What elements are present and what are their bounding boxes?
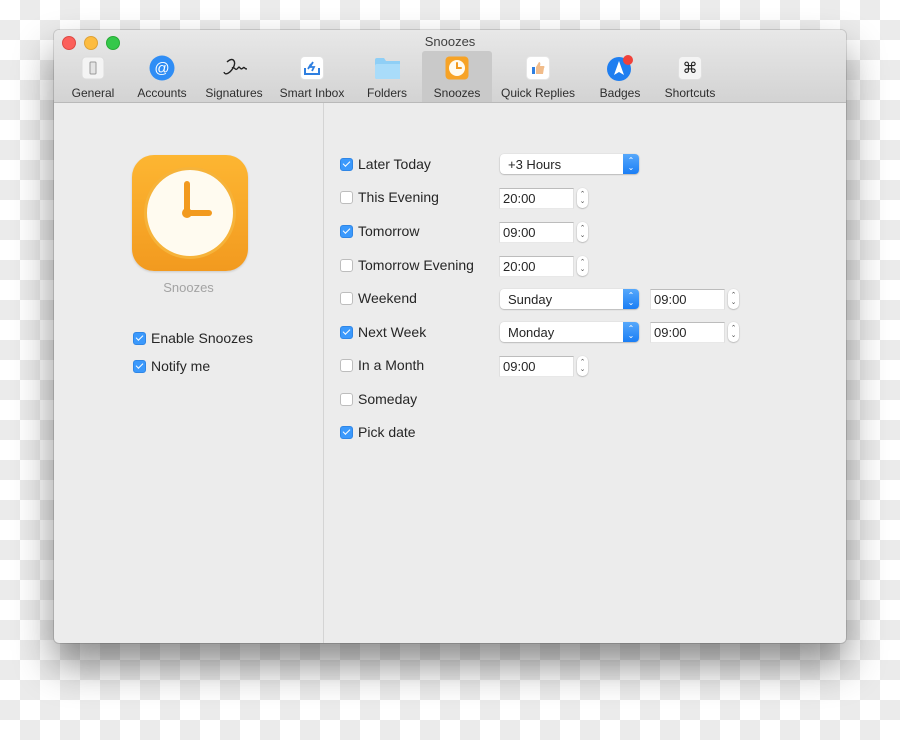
snoozes-app-icon [132, 155, 248, 271]
checkbox-unchecked[interactable] [340, 291, 353, 305]
chevron-up-down-icon: ⌃ ⌄ [623, 322, 639, 342]
next-week-checkbox[interactable]: Next Week [340, 324, 426, 340]
at-sign-icon: @ [149, 55, 175, 81]
tab-smart-inbox[interactable]: Smart Inbox [276, 51, 348, 102]
in-a-month-checkbox[interactable]: In a Month [340, 357, 424, 373]
tomorrow-evening-time-stepper[interactable]: ⌃ ⌄ [577, 256, 588, 276]
checkbox-unchecked[interactable] [340, 358, 353, 372]
pick-date-checkbox[interactable]: Pick date [340, 424, 416, 440]
weekend-day-select[interactable]: Sunday ⌃ ⌄ [500, 289, 639, 309]
tab-shortcuts[interactable]: ⌘ Shortcuts [660, 51, 720, 102]
in-a-month-time-stepper[interactable]: ⌃ ⌄ [577, 356, 588, 376]
next-week-time-field[interactable]: 09:00 [650, 322, 725, 343]
checkbox-checked[interactable] [340, 425, 353, 439]
app-label: Snoozes [163, 280, 214, 295]
thumbs-up-icon [525, 55, 551, 81]
later-today-select[interactable]: +3 Hours ⌃ ⌄ [500, 154, 639, 174]
this-evening-time-stepper[interactable]: ⌃ ⌄ [577, 188, 588, 208]
clock-icon [444, 55, 470, 81]
checkbox-checked[interactable] [340, 224, 353, 238]
paper-plane-badge-icon [607, 55, 633, 81]
notify-me-checkbox[interactable]: Notify me [133, 358, 210, 374]
tab-general[interactable]: General [68, 51, 118, 102]
checkbox-unchecked[interactable] [340, 392, 353, 406]
enable-snoozes-checkbox[interactable]: Enable Snoozes [133, 330, 253, 346]
title-bar: Snoozes General @ Accounts Signatures Sm… [54, 30, 846, 103]
toggle-switch-icon [80, 55, 106, 81]
tomorrow-time-field[interactable]: 09:00 [499, 222, 574, 243]
preferences-toolbar: General @ Accounts Signatures Smart Inbo… [54, 51, 846, 102]
svg-text:⌘: ⌘ [683, 59, 698, 77]
checkbox-checked[interactable] [133, 359, 146, 373]
checkbox-checked[interactable] [133, 331, 146, 345]
next-week-day-select[interactable]: Monday ⌃ ⌄ [500, 322, 639, 342]
checkbox-unchecked[interactable] [340, 258, 353, 272]
command-key-icon: ⌘ [677, 55, 703, 81]
sidebar-pane: Snoozes Enable Snoozes Notify me [54, 103, 324, 643]
chevron-up-down-icon: ⌃ ⌄ [623, 154, 639, 174]
folder-icon [374, 55, 400, 81]
tomorrow-evening-time-field[interactable]: 20:00 [499, 256, 574, 277]
signature-icon [221, 55, 247, 81]
someday-checkbox[interactable]: Someday [340, 391, 417, 407]
smart-inbox-icon [299, 55, 325, 81]
next-week-time-stepper[interactable]: ⌃ ⌄ [728, 322, 739, 342]
tomorrow-time-stepper[interactable]: ⌃ ⌄ [577, 222, 588, 242]
tomorrow-evening-checkbox[interactable]: Tomorrow Evening [340, 257, 474, 273]
weekend-time-field[interactable]: 09:00 [650, 289, 725, 310]
checkbox-checked[interactable] [340, 157, 353, 171]
tab-signatures[interactable]: Signatures [202, 51, 266, 102]
checkbox-unchecked[interactable] [340, 190, 353, 204]
preferences-window: Snoozes General @ Accounts Signatures Sm… [54, 30, 846, 643]
window-title: Snoozes [424, 34, 476, 49]
tab-folders[interactable]: Folders [360, 51, 414, 102]
chevron-up-down-icon: ⌃ ⌄ [623, 289, 639, 309]
tab-accounts[interactable]: @ Accounts [132, 51, 192, 102]
tab-quick-replies[interactable]: Quick Replies [500, 51, 576, 102]
this-evening-time-field[interactable]: 20:00 [499, 188, 574, 209]
tab-badges[interactable]: Badges [592, 51, 648, 102]
in-a-month-time-field[interactable]: 09:00 [499, 356, 574, 377]
weekend-checkbox[interactable]: Weekend [340, 290, 417, 306]
tab-snoozes[interactable]: Snoozes [422, 51, 492, 102]
this-evening-checkbox[interactable]: This Evening [340, 189, 439, 205]
svg-text:@: @ [154, 60, 169, 77]
checkbox-checked[interactable] [340, 325, 353, 339]
weekend-time-stepper[interactable]: ⌃ ⌄ [728, 289, 739, 309]
tomorrow-checkbox[interactable]: Tomorrow [340, 223, 419, 239]
later-today-checkbox[interactable]: Later Today [340, 156, 431, 172]
